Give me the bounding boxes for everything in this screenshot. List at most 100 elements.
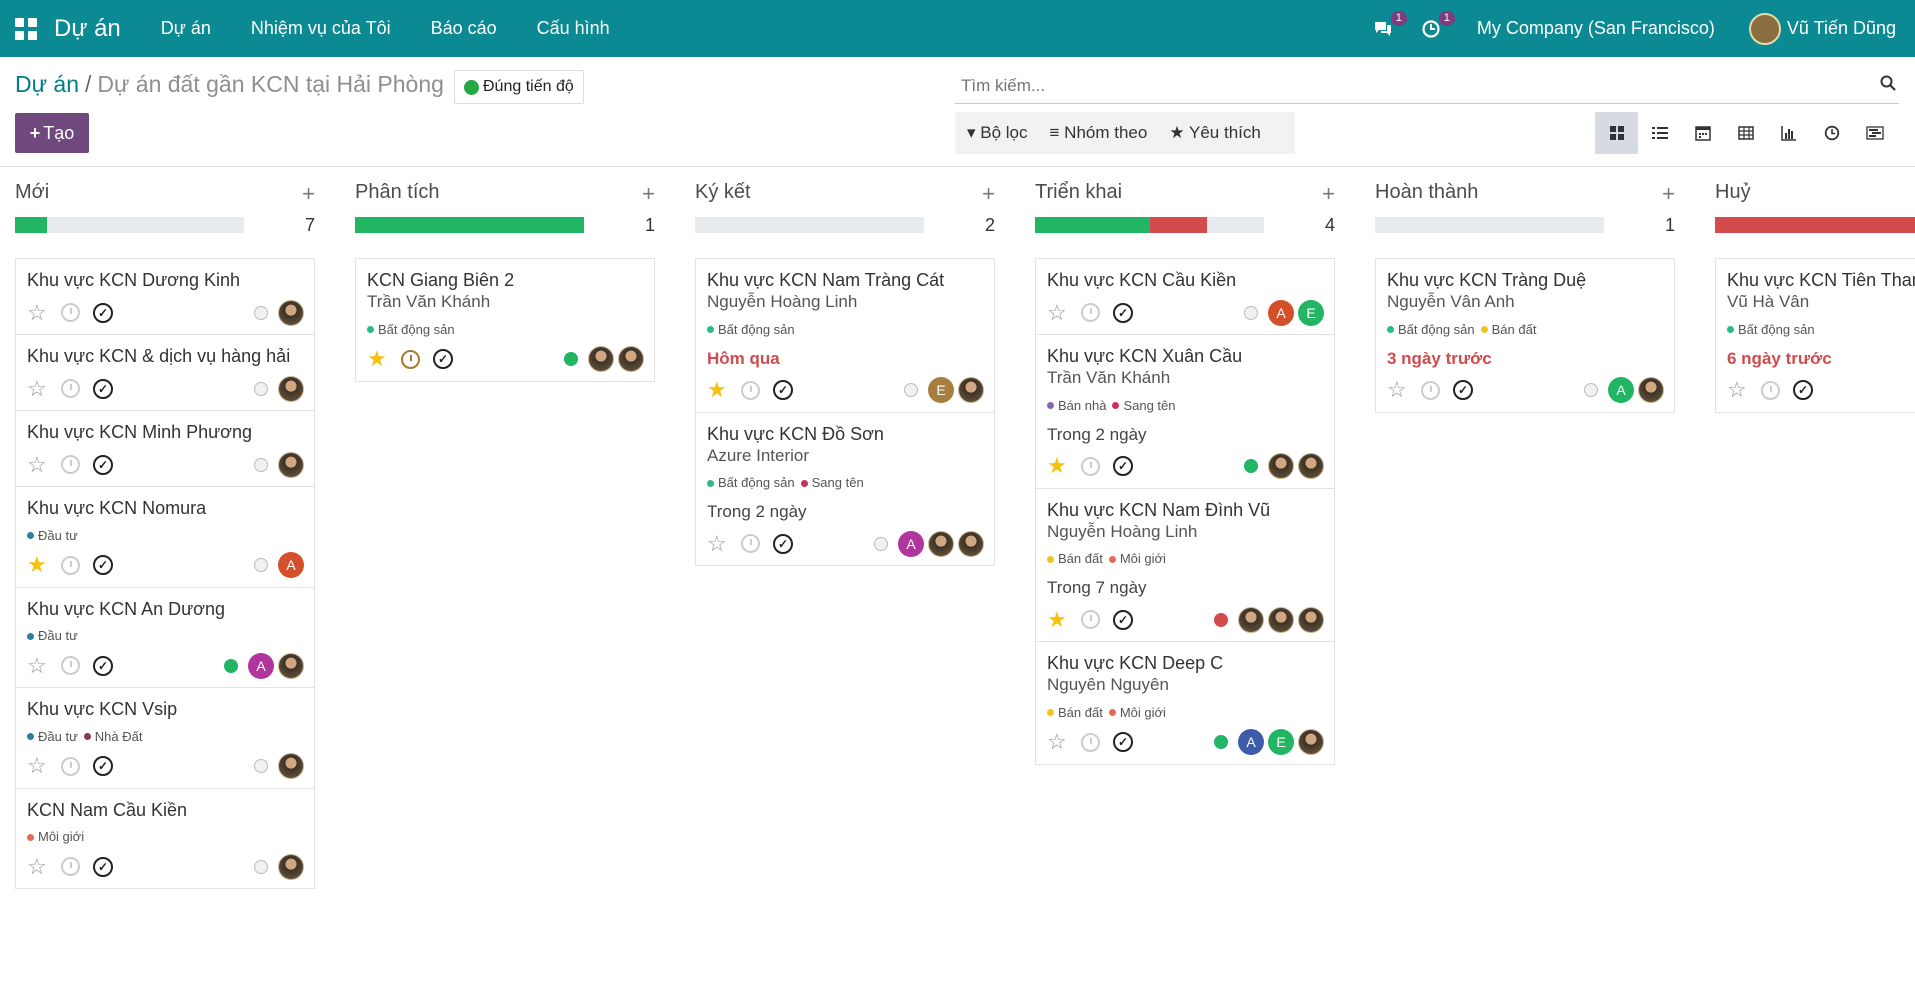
activity-clock-icon[interactable] <box>61 656 80 675</box>
favorite-star-icon[interactable]: ☆ <box>1047 729 1073 755</box>
activity-clock-icon[interactable] <box>1081 610 1100 629</box>
user-avatar[interactable] <box>278 853 304 880</box>
user-avatar[interactable] <box>1268 606 1294 633</box>
project-card[interactable]: Khu vực KCN Nam Đình Vũ Nguyễn Hoàng Linh… <box>1035 488 1335 642</box>
kanban-state-dot[interactable] <box>254 859 268 874</box>
breadcrumb-root[interactable]: Dự án <box>15 71 79 97</box>
user-avatar[interactable] <box>1638 377 1664 403</box>
column-progress-bar[interactable] <box>1375 217 1604 233</box>
kanban-state-dot[interactable] <box>904 383 918 397</box>
column-progress-bar[interactable] <box>355 217 584 233</box>
project-status-button[interactable]: Đúng tiến độ <box>454 70 584 104</box>
favorite-star-icon[interactable]: ★ <box>1047 453 1073 479</box>
check-circle-icon[interactable]: ✓ <box>93 856 113 877</box>
favorite-star-icon[interactable]: ☆ <box>27 376 53 402</box>
column-progress-bar[interactable] <box>695 217 924 233</box>
user-avatar[interactable]: A <box>898 530 924 557</box>
favorite-star-icon[interactable]: ★ <box>367 346 393 372</box>
company-switcher[interactable]: My Company (San Francisco) <box>1477 18 1715 39</box>
search-input[interactable] <box>955 75 1877 96</box>
activity-clock-icon[interactable] <box>1081 303 1100 322</box>
column-header[interactable]: Triển khai + <box>1035 181 1335 206</box>
project-card[interactable]: Khu vực KCN Tràng Duệ Nguyễn Vân Anh Bất đ… <box>1375 258 1675 413</box>
quick-create-plus-icon[interactable]: + <box>642 181 655 207</box>
create-button[interactable]: + Tạo <box>15 113 89 153</box>
quick-create-plus-icon[interactable]: + <box>302 181 315 207</box>
check-circle-icon[interactable]: ✓ <box>1113 302 1133 323</box>
favorite-star-icon[interactable]: ☆ <box>27 753 53 779</box>
progress-segment[interactable] <box>1035 217 1150 233</box>
gantt-view-button[interactable] <box>1853 112 1896 154</box>
project-card[interactable]: Khu vực KCN Cầu Kiền ☆ ✓ A E <box>1035 258 1335 335</box>
favorite-star-icon[interactable]: ☆ <box>27 452 53 478</box>
favorite-star-icon[interactable]: ☆ <box>27 854 53 880</box>
check-circle-icon[interactable]: ✓ <box>1113 456 1133 476</box>
kanban-state-dot[interactable] <box>1584 383 1598 397</box>
activity-clock-icon[interactable] <box>1421 380 1440 400</box>
user-avatar[interactable] <box>958 377 984 403</box>
kanban-view-button[interactable] <box>1595 112 1638 154</box>
menu-my-tasks[interactable]: Nhiệm vụ của Tôi <box>251 18 391 39</box>
check-circle-icon[interactable]: ✓ <box>93 302 113 323</box>
user-avatar[interactable]: A <box>248 652 274 679</box>
progress-segment[interactable] <box>1715 217 1915 233</box>
messages-button[interactable]: 1 <box>1369 10 1407 43</box>
project-card[interactable]: Khu vực KCN Đồ Sơn Azure Interior Bất động… <box>695 412 995 566</box>
column-header[interactable]: Phân tích + <box>355 181 655 207</box>
activity-clock-icon[interactable] <box>401 349 420 369</box>
activity-clock-icon[interactable] <box>61 857 80 876</box>
quick-create-plus-icon[interactable]: + <box>982 181 995 207</box>
app-brand[interactable]: Dự án <box>54 15 121 43</box>
activity-clock-icon[interactable] <box>61 756 80 776</box>
user-avatar[interactable] <box>618 346 644 372</box>
activity-clock-icon[interactable] <box>1081 732 1100 752</box>
user-avatar[interactable] <box>1298 729 1324 755</box>
calendar-view-button[interactable] <box>1681 112 1724 154</box>
kanban-state-dot[interactable] <box>1214 735 1228 749</box>
project-card[interactable]: Khu vực KCN An Dương Đầu tư ☆ ✓ A <box>15 587 315 688</box>
check-circle-icon[interactable]: ✓ <box>773 380 793 400</box>
user-avatar[interactable] <box>958 530 984 557</box>
check-circle-icon[interactable]: ✓ <box>93 555 113 575</box>
favorite-star-icon[interactable]: ★ <box>707 377 733 403</box>
user-menu[interactable]: Vũ Tiến Dũng <box>1748 12 1896 45</box>
user-avatar[interactable] <box>278 451 304 478</box>
user-avatar[interactable] <box>278 753 304 779</box>
check-circle-icon[interactable]: ✓ <box>93 756 113 776</box>
app-menu-icon[interactable] <box>14 17 38 41</box>
column-progress-bar[interactable] <box>1715 217 1915 233</box>
favorite-star-icon[interactable]: ☆ <box>1047 300 1073 326</box>
group-by-button[interactable]: ≡ Nhóm theo <box>1050 123 1148 143</box>
project-card[interactable]: Khu vực KCN Deep C Nguyên Nguyên Bán đất Mô… <box>1035 642 1335 765</box>
project-card[interactable]: Khu vực KCN & dịch vụ hàng hải ☆ ✓ <box>15 335 315 411</box>
project-card[interactable]: KCN Nam Cầu Kiền Môi giới ☆ ✓ <box>15 788 315 889</box>
column-header[interactable]: Ký kết + <box>695 181 995 207</box>
user-avatar[interactable]: E <box>1298 299 1324 326</box>
project-card[interactable]: Khu vực KCN Dương Kinh ☆ ✓ <box>15 258 315 335</box>
activity-clock-icon[interactable] <box>1761 380 1780 400</box>
favorite-star-icon[interactable]: ☆ <box>27 653 53 679</box>
user-avatar[interactable]: A <box>1608 377 1634 403</box>
list-view-button[interactable] <box>1638 112 1681 154</box>
progress-segment[interactable] <box>355 217 584 233</box>
pivot-view-button[interactable] <box>1724 112 1767 154</box>
check-circle-icon[interactable]: ✓ <box>1793 380 1813 400</box>
search-icon[interactable] <box>1877 75 1899 96</box>
check-circle-icon[interactable]: ✓ <box>433 349 453 369</box>
user-avatar[interactable] <box>1268 453 1294 479</box>
menu-reporting[interactable]: Báo cáo <box>431 18 497 39</box>
activity-clock-icon[interactable] <box>1081 456 1100 476</box>
column-header[interactable]: Huỷ+ <box>1715 181 1915 205</box>
activity-clock-icon[interactable] <box>741 380 760 400</box>
kanban-state-dot[interactable] <box>254 759 268 773</box>
check-circle-icon[interactable]: ✓ <box>93 378 113 399</box>
user-avatar[interactable] <box>1238 606 1264 633</box>
kanban-state-dot[interactable] <box>254 558 268 572</box>
favorite-star-icon[interactable]: ☆ <box>707 531 733 557</box>
user-avatar[interactable] <box>928 530 954 557</box>
column-progress-bar[interactable] <box>15 217 244 233</box>
favorite-star-icon[interactable]: ☆ <box>1727 377 1753 403</box>
graph-view-button[interactable] <box>1767 112 1810 154</box>
user-avatar[interactable] <box>1298 606 1324 633</box>
kanban-state-dot[interactable] <box>254 381 268 396</box>
